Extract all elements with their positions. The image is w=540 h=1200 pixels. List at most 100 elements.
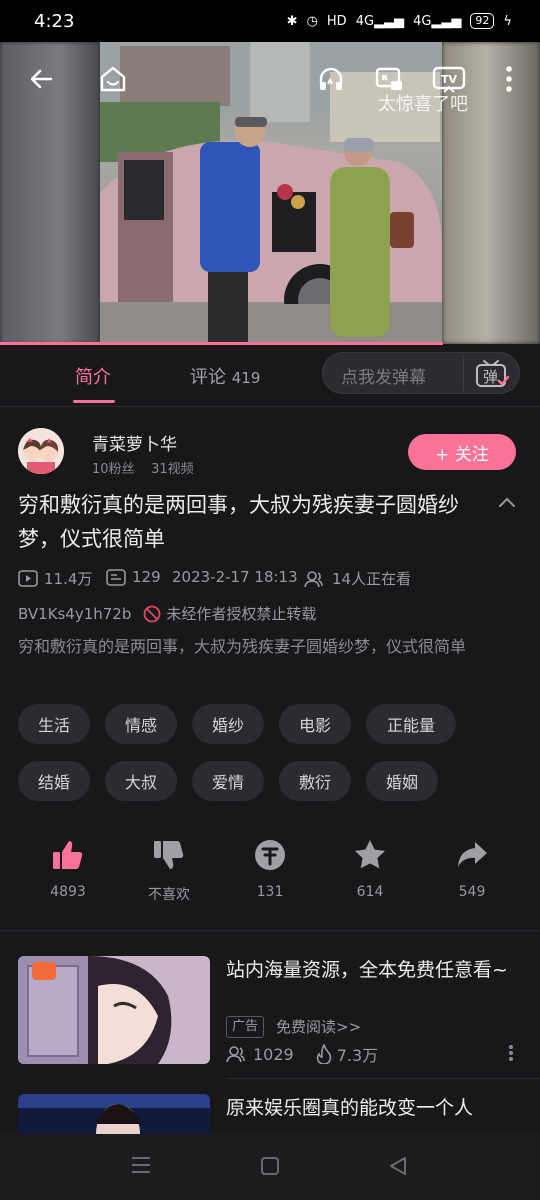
- recommendation-item[interactable]: 原来娱乐圈真的能改变一个人: [18, 1094, 528, 1134]
- like-button[interactable]: 4893: [28, 838, 108, 900]
- system-navigation-bar: [0, 1134, 540, 1200]
- tab-comments-label: 评论: [190, 367, 226, 388]
- copyright-notice: 未经作者授权禁止转载: [143, 603, 316, 624]
- tv-cast-icon[interactable]: TV: [432, 62, 466, 96]
- menu-icon[interactable]: [131, 1156, 151, 1178]
- section-divider: [0, 930, 540, 931]
- ad-link[interactable]: 免费阅读>>: [276, 1016, 361, 1038]
- home-square-icon[interactable]: [260, 1156, 280, 1180]
- recommendation-stats: 1029 7.3万: [226, 1042, 378, 1066]
- people-count: 1029: [253, 1044, 294, 1064]
- alarm-icon: ◷: [306, 13, 318, 29]
- coin-icon: [255, 840, 285, 870]
- danmaku-placeholder: 点我发弹幕: [341, 368, 426, 388]
- dislike-label: 不喜欢: [148, 887, 190, 903]
- people-stat: 1029: [226, 1045, 294, 1064]
- chevron-up-icon[interactable]: [496, 492, 518, 518]
- follow-button[interactable]: + 关注: [408, 434, 516, 470]
- copyright-text: 未经作者授权禁止转载: [166, 605, 317, 623]
- people-icon: [304, 570, 323, 587]
- watching-stat: 14人正在看: [304, 568, 411, 589]
- tag-item[interactable]: 情感: [105, 704, 177, 744]
- people-icon: [226, 1046, 245, 1063]
- avatar[interactable]: [18, 428, 64, 474]
- ad-badge: 广告: [226, 1016, 265, 1038]
- danmaku-count-icon: [106, 568, 126, 586]
- coin-count: 131: [256, 884, 284, 900]
- charging-icon: ϟ: [503, 13, 512, 29]
- coin-button[interactable]: 131: [230, 838, 310, 900]
- recommendation-divider: [226, 1078, 540, 1079]
- recommendation-thumbnail: [18, 956, 210, 1064]
- favorite-count: 614: [356, 884, 384, 900]
- recommendation-thumbnail: [18, 1094, 210, 1134]
- danmaku-input[interactable]: 点我发弹幕 弹: [322, 352, 520, 394]
- tag-item[interactable]: 婚姻: [366, 761, 438, 801]
- tag-item[interactable]: 敷衍: [279, 761, 351, 801]
- bvid-row: BV1Ks4y1h72b 未经作者授权禁止转载: [18, 603, 316, 624]
- tab-comments[interactable]: 评论 419: [190, 363, 260, 389]
- flame-icon: [316, 1044, 332, 1064]
- bluetooth-icon: ✱: [286, 13, 298, 29]
- signal-icon-2: 4G▂▃▅: [413, 13, 462, 29]
- bvid: BV1Ks4y1h72b: [18, 604, 132, 623]
- danmaku-separator: [463, 357, 464, 391]
- more-vertical-icon[interactable]: [492, 62, 526, 96]
- status-icons: ✱ ◷ HD 4G▂▃▅ 4G▂▃▅ 92 ϟ: [287, 13, 512, 29]
- player-top-bar: TV: [0, 42, 540, 126]
- battery-icon: 92: [470, 13, 495, 29]
- tag-item[interactable]: 结婚: [18, 761, 90, 801]
- cast-screen-icon[interactable]: [372, 62, 406, 96]
- favorite-button[interactable]: 614: [330, 838, 410, 900]
- more-vertical-icon[interactable]: [508, 1044, 514, 1066]
- uploader-stats: 10粉丝 31视频: [92, 458, 194, 477]
- uploader-name[interactable]: 青菜萝卜华: [92, 430, 177, 455]
- hd-label: HD: [326, 13, 347, 29]
- headphones-icon[interactable]: [314, 62, 348, 96]
- hot-stat: 7.3万: [316, 1042, 378, 1066]
- tag-item[interactable]: 正能量: [366, 704, 456, 744]
- recommendation-item-ad[interactable]: 站内海量资源，全本免费任意看~ 广告 免费阅读>> 1029 7.3万: [18, 956, 528, 1068]
- views-stat: 11.4万: [18, 568, 92, 589]
- tag-item[interactable]: 婚纱: [192, 704, 264, 744]
- uploader-videos: 31视频: [151, 462, 194, 477]
- views-count: 11.4万: [44, 570, 93, 588]
- tab-active-indicator: [73, 400, 115, 403]
- forbidden-icon: [143, 605, 161, 622]
- detail-tabs: 简介 评论 419 点我发弹幕 弹: [0, 345, 540, 407]
- tag-item[interactable]: 电影: [279, 704, 351, 744]
- home-icon[interactable]: [96, 62, 130, 96]
- status-bar: 4:23 ✱ ◷ HD 4G▂▃▅ 4G▂▃▅ 92 ϟ: [0, 0, 540, 42]
- tab-comments-count: 419: [231, 369, 261, 387]
- danmaku-stat: 129: [106, 568, 161, 586]
- danmaku-count: 129: [132, 568, 161, 586]
- tag-item[interactable]: 爱情: [192, 761, 264, 801]
- thumbs-up-icon: [53, 841, 83, 869]
- status-time: 4:23: [34, 10, 75, 32]
- video-meta: 11.4万 129 2023-2-17 18:13 14人正在看: [18, 568, 528, 588]
- tabs-divider: [0, 406, 540, 407]
- publish-date: 2023-2-17 18:13: [172, 568, 298, 586]
- watching-count: 14人正在看: [332, 570, 412, 588]
- thumbs-down-icon: [154, 841, 184, 869]
- back-triangle-icon[interactable]: [388, 1156, 408, 1180]
- tab-intro[interactable]: 简介: [75, 363, 111, 389]
- tag-item[interactable]: 大叔: [105, 761, 177, 801]
- signal-icon-1: 4G▂▃▅: [355, 13, 405, 29]
- star-icon: [355, 840, 385, 869]
- back-arrow-icon[interactable]: [24, 62, 58, 96]
- tag-item[interactable]: 生活: [18, 704, 90, 744]
- dislike-button[interactable]: 不喜欢: [129, 838, 209, 904]
- recommendation-title: 站内海量资源，全本免费任意看~: [226, 959, 508, 981]
- share-count: 549: [458, 884, 486, 900]
- hot-count: 7.3万: [336, 1046, 379, 1065]
- recommendation-title: 原来娱乐圈真的能改变一个人: [226, 1097, 474, 1119]
- video-title: 穷和敷衍真的是两回事，大叔为残疾妻子圆婚纱梦，仪式很简单: [18, 493, 459, 551]
- danmaku-toggle-icon[interactable]: 弹: [474, 359, 510, 393]
- share-icon: [458, 842, 487, 867]
- video-description: 穷和敷衍真的是两回事，大叔为残疾妻子圆婚纱梦，仪式很简单: [18, 637, 467, 656]
- share-button[interactable]: 549: [432, 838, 512, 900]
- svg-text:弹: 弹: [483, 368, 498, 386]
- like-count: 4893: [50, 884, 86, 900]
- uploader-fans: 10粉丝: [92, 462, 135, 477]
